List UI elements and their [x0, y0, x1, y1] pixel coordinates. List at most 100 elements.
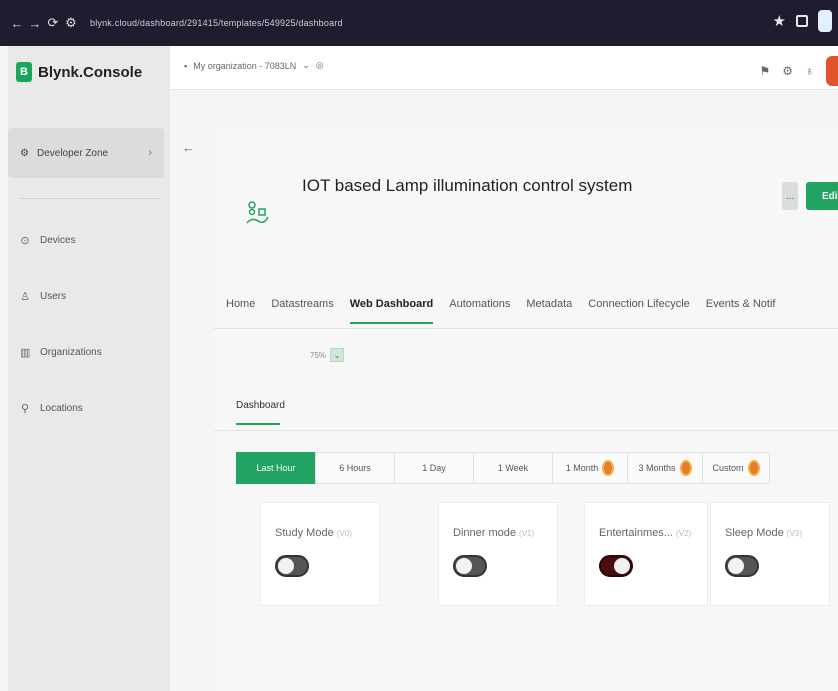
chevron-right-icon: › — [148, 147, 152, 159]
widget-label: Study Mode — [275, 527, 334, 539]
browser-profile-icon[interactable] — [818, 10, 832, 32]
settings-icon[interactable]: ⚙ — [782, 64, 793, 78]
time-range-label: 3 Months — [638, 463, 676, 473]
time-range-label: 1 Day — [422, 463, 446, 473]
widget-pin: (V1) — [519, 529, 535, 538]
template-image — [232, 168, 282, 260]
locations-icon: ⚲ — [20, 403, 30, 415]
help-icon[interactable]: ⚑ — [759, 64, 770, 78]
tab-web-dashboard[interactable]: Web Dashboard — [349, 298, 433, 324]
entertainment-mode-switch[interactable] — [599, 555, 633, 577]
sidebar-item-label: Developer Zone — [36, 147, 109, 159]
sidebar-item-users[interactable]: ♙ Users — [20, 290, 66, 303]
time-range-6-hours[interactable]: 6 Hours — [315, 452, 395, 484]
sidebar-item-developer-zone[interactable]: ⚙ Developer Zone › — [8, 128, 164, 178]
time-range-label: 1 Week — [497, 463, 529, 473]
template-tabs: Home Datastreams Web Dashboard Automatio… — [226, 298, 775, 324]
zoom-level[interactable]: 75% — [310, 351, 326, 360]
time-range-1-month[interactable]: 1 Month — [552, 452, 628, 484]
widget-dinner-mode[interactable]: Dinner mode (V1) — [438, 502, 558, 606]
template-content: IOT based Lamp illumination control syst… — [214, 128, 838, 691]
devices-icon: ⊙ — [20, 235, 30, 247]
tabs-divider — [214, 328, 838, 329]
pro-badge-icon — [679, 460, 692, 476]
tab-dashboard[interactable]: Dashboard — [236, 400, 285, 425]
widget-title: Dinner mode (V1) — [453, 527, 534, 539]
switch-knob — [614, 558, 630, 574]
widget-label: Sleep Mode — [725, 527, 784, 539]
tab-connection-lifecycle[interactable]: Connection Lifecycle — [588, 298, 690, 324]
reload-icon[interactable]: ⟳ — [44, 15, 62, 31]
widget-pin: (V2) — [676, 529, 692, 538]
sleep-mode-switch[interactable] — [725, 555, 759, 577]
blynk-logo-icon: B — [16, 62, 32, 82]
tab-metadata[interactable]: Metadata — [526, 298, 572, 324]
chevron-down-icon: ⌄ — [302, 60, 310, 70]
org-settings-icon[interactable]: ◎ — [316, 60, 324, 71]
forward-nav-icon[interactable]: → — [26, 16, 44, 31]
widget-title: Study Mode (V0) — [275, 527, 352, 539]
extensions-icon[interactable] — [796, 15, 808, 27]
time-range-1-week[interactable]: 1 Week — [473, 452, 553, 484]
tab-home[interactable]: Home — [226, 298, 255, 324]
widget-entertainment-mode[interactable]: Entertainmes... (V2) — [584, 502, 708, 606]
browser-toolbar: ← → ⟳ ⚙ blynk.cloud/dashboard/291415/tem… — [0, 0, 838, 46]
top-bar: ▪ My organization - 7083LN ⌄ ◎ ⚑ ⚙ ♁ — [170, 46, 838, 90]
switch-knob — [278, 558, 294, 574]
organization-selector[interactable]: ▪ My organization - 7083LN ⌄ ◎ — [184, 60, 324, 71]
time-range-label: 6 Hours — [339, 463, 371, 473]
zoom-dropdown-icon[interactable]: ⌄ — [330, 348, 345, 362]
edit-button[interactable]: Edit — [806, 182, 838, 210]
widget-pin: (V3) — [786, 529, 802, 538]
time-range-label: Custom — [712, 463, 744, 473]
pro-badge-icon — [747, 460, 760, 476]
time-range-1-day[interactable]: 1 Day — [394, 452, 474, 484]
widget-title: Entertainmes... (V2) — [599, 527, 691, 539]
users-icon: ♙ — [20, 291, 30, 303]
organization-name: My organization - 7083LN — [193, 60, 297, 71]
study-mode-switch[interactable] — [275, 555, 309, 577]
widget-title: Sleep Mode (V3) — [725, 527, 802, 539]
time-range-last-hour[interactable]: Last Hour — [236, 452, 316, 484]
sidebar-item-label: Locations — [40, 403, 83, 414]
widget-label: Entertainmes... — [599, 527, 673, 539]
back-arrow-icon[interactable]: ← — [182, 140, 195, 155]
organizations-icon: ▥ — [20, 347, 31, 359]
developer-zone-icon: ⚙ — [20, 147, 29, 159]
sidebar-item-label: Users — [40, 291, 67, 302]
zoom-control: 75% ⌄ — [310, 348, 345, 362]
time-range-selector: Last Hour 6 Hours 1 Day 1 Week 1 Month 3… — [236, 452, 770, 484]
sidebar-item-label: Devices — [40, 235, 76, 246]
widget-pin: (V0) — [336, 529, 352, 538]
time-range-custom[interactable]: Custom — [702, 452, 770, 484]
switch-knob — [456, 558, 472, 574]
dashboard-tabs-divider — [214, 430, 838, 431]
more-options-button[interactable]: ... — [782, 182, 798, 210]
notifications-icon[interactable]: ♁ — [805, 64, 814, 78]
pro-badge-icon — [602, 460, 615, 476]
sidebar: B Blynk.Console ⚙ Developer Zone › ⊙ Dev… — [8, 46, 170, 691]
switch-knob — [728, 558, 744, 574]
organization-icon: ▪ — [184, 60, 188, 71]
widget-study-mode[interactable]: Study Mode (V0) — [260, 502, 380, 606]
site-info-icon[interactable]: ⚙ — [62, 15, 80, 31]
sidebar-item-devices[interactable]: ⊙ Devices — [20, 234, 76, 247]
tab-events-notifications[interactable]: Events & Notif — [706, 298, 776, 324]
main-area: ← IOT based Lamp illumination control sy… — [170, 90, 838, 691]
page-title: IOT based Lamp illumination control syst… — [302, 176, 633, 195]
sidebar-item-organizations[interactable]: ▥ Organizations — [20, 346, 102, 359]
brand-name: Blynk.Console — [38, 63, 143, 81]
back-nav-icon[interactable]: ← — [8, 16, 26, 31]
avatar[interactable] — [826, 56, 838, 86]
address-bar[interactable]: blynk.cloud/dashboard/291415/templates/5… — [90, 18, 343, 28]
widget-sleep-mode[interactable]: Sleep Mode (V3) — [710, 502, 830, 606]
dinner-mode-switch[interactable] — [453, 555, 487, 577]
widget-label: Dinner mode — [453, 527, 516, 539]
time-range-3-months[interactable]: 3 Months — [627, 452, 703, 484]
tab-datastreams[interactable]: Datastreams — [271, 298, 333, 324]
sidebar-item-locations[interactable]: ⚲ Locations — [20, 402, 83, 415]
tab-automations[interactable]: Automations — [449, 298, 510, 324]
lamp-template-icon — [246, 201, 269, 224]
bookmark-star-icon[interactable]: ★ — [773, 12, 786, 30]
brand[interactable]: B Blynk.Console — [16, 62, 142, 82]
